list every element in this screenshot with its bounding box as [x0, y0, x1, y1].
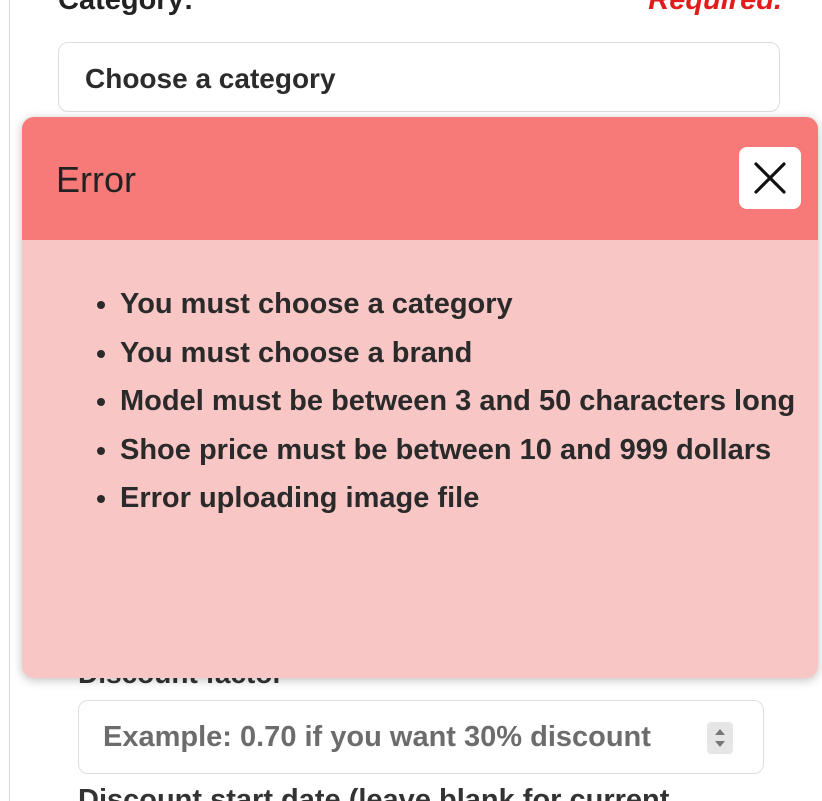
spinner-up-icon[interactable]	[715, 729, 725, 735]
error-modal: Error You must choose a category You mus…	[22, 117, 818, 678]
error-message: Shoe price must be between 10 and 999 do…	[120, 426, 818, 475]
category-select[interactable]: Choose a category	[58, 42, 780, 112]
category-select-value: Choose a category	[85, 63, 336, 94]
close-button[interactable]	[739, 147, 801, 209]
category-label: Category:	[58, 0, 194, 16]
spinner-down-icon[interactable]	[715, 741, 725, 747]
page: Category: Required. Choose a category Di…	[0, 0, 822, 801]
error-modal-title: Error	[56, 159, 136, 200]
close-icon	[754, 162, 786, 194]
error-message: You must choose a brand	[120, 329, 818, 378]
left-divider	[9, 0, 10, 801]
discount-placeholder: Example: 0.70 if you want 30% discount	[103, 721, 651, 753]
number-spinner-icon[interactable]	[707, 722, 733, 754]
error-message: Model must be between 3 and 50 character…	[120, 377, 818, 426]
discount-input[interactable]: Example: 0.70 if you want 30% discount	[78, 700, 764, 774]
discount-start-date-label: Discount start date (leave blank for cur…	[78, 784, 670, 801]
error-modal-header: Error	[22, 117, 818, 240]
error-list: You must choose a category You must choo…	[88, 280, 818, 523]
error-message: Error uploading image file	[120, 474, 818, 523]
required-label: Required.	[648, 0, 782, 16]
error-message: You must choose a category	[120, 280, 818, 329]
category-label-row: Category: Required.	[58, 0, 782, 24]
